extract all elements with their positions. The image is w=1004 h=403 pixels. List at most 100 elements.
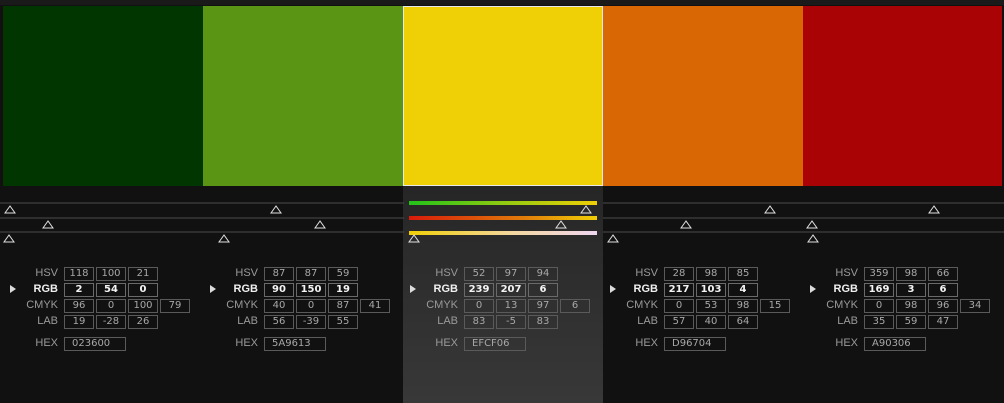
cmyk-value-field[interactable]: 100 bbox=[128, 299, 158, 313]
cmyk-value-field[interactable]: 0 bbox=[864, 299, 894, 313]
rgb-value-field[interactable]: 4 bbox=[728, 283, 758, 297]
cmyk-value-field[interactable]: 87 bbox=[328, 299, 358, 313]
hsv-value-field[interactable]: 87 bbox=[264, 267, 294, 281]
hsv-value-field[interactable]: 59 bbox=[328, 267, 358, 281]
slider-handle[interactable] bbox=[314, 220, 326, 229]
lab-value-field[interactable]: 83 bbox=[464, 315, 494, 329]
hsv-value-field[interactable]: 118 bbox=[64, 267, 94, 281]
hsv-value-field[interactable]: 94 bbox=[528, 267, 558, 281]
cmyk-value-field[interactable]: 6 bbox=[560, 299, 590, 313]
lab-value-field[interactable]: 19 bbox=[64, 315, 94, 329]
value-gradient-slider[interactable] bbox=[409, 231, 597, 235]
slider-handle[interactable] bbox=[408, 234, 420, 243]
hex-value-field[interactable]: 5A9613 bbox=[264, 337, 326, 351]
cmyk-value-field[interactable]: 98 bbox=[728, 299, 758, 313]
label-hex: HEX bbox=[435, 337, 458, 349]
color-swatch[interactable] bbox=[3, 6, 203, 186]
lab-value-field[interactable]: 55 bbox=[328, 315, 358, 329]
lab-value-field[interactable]: -28 bbox=[96, 315, 126, 329]
slider-handle[interactable] bbox=[270, 205, 282, 214]
cmyk-value-field[interactable]: 0 bbox=[96, 299, 126, 313]
slider-handle[interactable] bbox=[42, 220, 54, 229]
lab-value-field[interactable]: -39 bbox=[296, 315, 326, 329]
rgb-value-field[interactable]: 54 bbox=[96, 283, 126, 297]
cmyk-value-field[interactable]: 41 bbox=[360, 299, 390, 313]
lab-value-field[interactable]: 26 bbox=[128, 315, 158, 329]
lab-value-field[interactable]: 56 bbox=[264, 315, 294, 329]
slider-handle[interactable] bbox=[218, 234, 230, 243]
slider-handle[interactable] bbox=[764, 205, 776, 214]
rgb-value-field[interactable]: 3 bbox=[896, 283, 926, 297]
slider-handle[interactable] bbox=[555, 220, 567, 229]
hsv-value-field[interactable]: 52 bbox=[464, 267, 494, 281]
lab-value-field[interactable]: 59 bbox=[896, 315, 926, 329]
cmyk-value-field[interactable]: 0 bbox=[664, 299, 694, 313]
hue-gradient-slider[interactable] bbox=[409, 201, 597, 205]
hsv-value-field[interactable]: 100 bbox=[96, 267, 126, 281]
hsv-value-field[interactable]: 28 bbox=[664, 267, 694, 281]
rgb-value-field[interactable]: 6 bbox=[528, 283, 558, 297]
rgb-value-field[interactable]: 169 bbox=[864, 283, 894, 297]
hsv-value-field[interactable]: 87 bbox=[296, 267, 326, 281]
hex-value-field[interactable]: A90306 bbox=[864, 337, 926, 351]
hsv-value-field[interactable]: 97 bbox=[496, 267, 526, 281]
cmyk-value-field[interactable]: 98 bbox=[896, 299, 926, 313]
cmyk-value-field[interactable]: 79 bbox=[160, 299, 190, 313]
hsv-value-field[interactable]: 66 bbox=[928, 267, 958, 281]
hex-value-field[interactable]: EFCF06 bbox=[464, 337, 526, 351]
hex-value-field[interactable]: D96704 bbox=[664, 337, 726, 351]
play-icon[interactable] bbox=[410, 285, 416, 293]
color-swatch[interactable] bbox=[603, 6, 803, 186]
rgb-value-field[interactable]: 0 bbox=[128, 283, 158, 297]
rgb-value-field[interactable]: 6 bbox=[928, 283, 958, 297]
slider-handle[interactable] bbox=[580, 205, 592, 214]
color-swatch[interactable] bbox=[403, 6, 603, 186]
color-swatch[interactable] bbox=[803, 6, 1002, 186]
lab-value-field[interactable]: 64 bbox=[728, 315, 758, 329]
cmyk-value-field[interactable]: 40 bbox=[264, 299, 294, 313]
lab-value-field[interactable]: 57 bbox=[664, 315, 694, 329]
play-icon[interactable] bbox=[10, 285, 16, 293]
saturation-gradient-slider[interactable] bbox=[409, 216, 597, 220]
hsv-value-field[interactable]: 85 bbox=[728, 267, 758, 281]
cmyk-value-field[interactable]: 15 bbox=[760, 299, 790, 313]
hsv-value-field[interactable]: 98 bbox=[696, 267, 726, 281]
lab-value-field[interactable]: 83 bbox=[528, 315, 558, 329]
lab-value-field[interactable]: -5 bbox=[496, 315, 526, 329]
rgb-value-field[interactable]: 103 bbox=[696, 283, 726, 297]
play-icon[interactable] bbox=[210, 285, 216, 293]
play-icon[interactable] bbox=[610, 285, 616, 293]
rgb-value-field[interactable]: 19 bbox=[328, 283, 358, 297]
color-swatch[interactable] bbox=[203, 6, 403, 186]
slider-handle[interactable] bbox=[4, 205, 16, 214]
hex-value-field[interactable]: 023600 bbox=[64, 337, 126, 351]
cmyk-value-field[interactable]: 0 bbox=[464, 299, 494, 313]
slider-handle[interactable] bbox=[806, 220, 818, 229]
lab-value-field[interactable]: 35 bbox=[864, 315, 894, 329]
cmyk-value-field[interactable]: 0 bbox=[296, 299, 326, 313]
slider-handle[interactable] bbox=[3, 234, 15, 243]
slider-handle[interactable] bbox=[607, 234, 619, 243]
rgb-value-field[interactable]: 207 bbox=[496, 283, 526, 297]
rgb-value-field[interactable]: 239 bbox=[464, 283, 494, 297]
cmyk-value-field[interactable]: 53 bbox=[696, 299, 726, 313]
cmyk-value-field[interactable]: 34 bbox=[960, 299, 990, 313]
hsv-value-field[interactable]: 21 bbox=[128, 267, 158, 281]
hsv-value-field[interactable]: 359 bbox=[864, 267, 894, 281]
rgb-value-field[interactable]: 217 bbox=[664, 283, 694, 297]
slider-handle[interactable] bbox=[928, 205, 940, 214]
cmyk-value-field[interactable]: 96 bbox=[928, 299, 958, 313]
rgb-value-field[interactable]: 150 bbox=[296, 283, 326, 297]
rgb-value-field[interactable]: 90 bbox=[264, 283, 294, 297]
label-hex: HEX bbox=[35, 337, 58, 349]
cmyk-value-field[interactable]: 13 bbox=[496, 299, 526, 313]
cmyk-value-field[interactable]: 96 bbox=[64, 299, 94, 313]
rgb-value-field[interactable]: 2 bbox=[64, 283, 94, 297]
slider-handle[interactable] bbox=[680, 220, 692, 229]
play-icon[interactable] bbox=[810, 285, 816, 293]
slider-handle[interactable] bbox=[807, 234, 819, 243]
cmyk-value-field[interactable]: 97 bbox=[528, 299, 558, 313]
lab-value-field[interactable]: 47 bbox=[928, 315, 958, 329]
lab-value-field[interactable]: 40 bbox=[696, 315, 726, 329]
hsv-value-field[interactable]: 98 bbox=[896, 267, 926, 281]
